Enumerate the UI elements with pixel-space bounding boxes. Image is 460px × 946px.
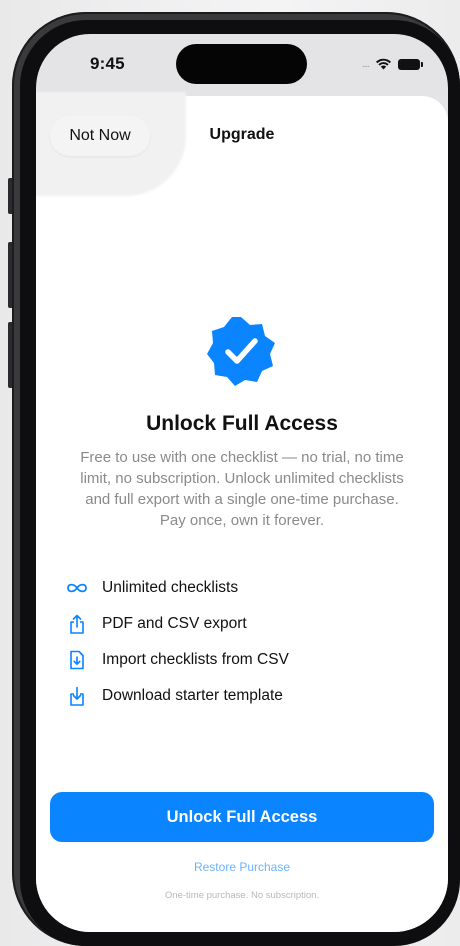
unlock-full-access-button[interactable]: Unlock Full Access [50,792,434,842]
feature-label: PDF and CSV export [102,615,247,632]
download-tray-icon [66,685,88,707]
document-import-icon [66,649,88,671]
upgrade-sheet: Not Now Upgrade Unlock Full Access Free … [36,92,448,932]
description: Free to use with one checklist — no tria… [80,449,404,529]
feature-item: Unlimited checklists [66,570,406,606]
headline: Unlock Full Access [146,412,338,435]
restore-purchase-link[interactable]: Restore Purchase [36,860,448,874]
status-icons: .... [361,56,423,72]
status-bar: 9:45 .... [36,34,448,98]
footnote: One-time purchase. No subscription. [164,890,320,901]
screen: 9:45 .... Not Now Upgrade Unlock Full Ac… [36,34,448,932]
wifi-icon [375,58,392,70]
signal-icon: .... [361,58,370,70]
feature-item: Download starter template [66,678,406,714]
nav-title: Upgrade [209,126,275,143]
battery-icon [398,58,423,70]
share-export-icon [66,613,88,635]
status-time: 9:45 [90,54,125,73]
feature-label: Unlimited checklists [102,579,239,596]
infinity-icon [66,577,88,599]
feature-item: Import checklists from CSV [66,642,406,678]
verified-badge-icon [204,314,278,388]
dynamic-island [176,44,307,84]
feature-label: Import checklists from CSV [102,651,289,668]
feature-item: PDF and CSV export [66,606,406,642]
feature-list: Unlimited checklists PDF and CSV export [66,570,406,714]
feature-label: Download starter template [102,687,283,704]
